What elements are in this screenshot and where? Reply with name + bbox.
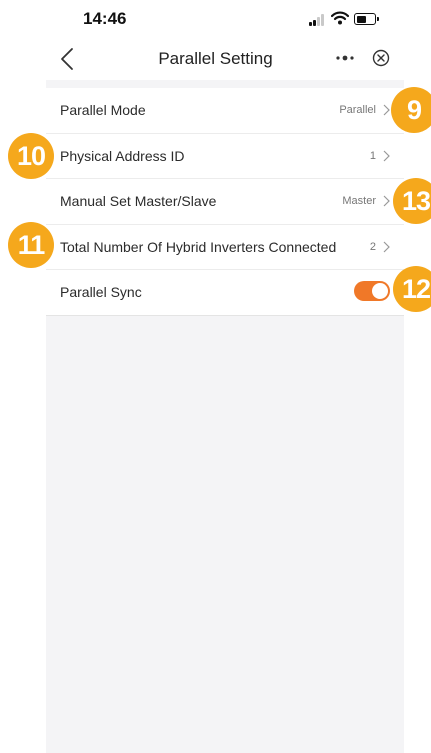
setting-row-parallel-sync: Parallel Sync — [46, 270, 404, 316]
more-dots-icon[interactable] — [335, 50, 355, 66]
chevron-right-icon — [383, 195, 390, 207]
battery-icon — [354, 13, 379, 25]
signal-icon — [309, 14, 326, 26]
chevron-right-icon — [383, 241, 390, 252]
callout-badge: 10 — [8, 133, 54, 179]
settings-content: Parallel Mode Parallel Physical Address … — [46, 80, 404, 753]
setting-row-parallel-mode[interactable]: Parallel Mode Parallel — [46, 88, 404, 134]
setting-row-inverter-count[interactable]: Total Number Of Hybrid Inverters Connect… — [46, 225, 404, 270]
setting-value: 1 — [369, 149, 376, 162]
setting-label: Physical Address ID — [60, 147, 185, 164]
settings-list: Parallel Mode Parallel Physical Address … — [46, 88, 404, 316]
setting-label: Parallel Mode — [60, 102, 146, 119]
chevron-right-icon — [383, 104, 390, 116]
status-bar: 14:46 — [0, 0, 431, 38]
setting-value: Parallel — [339, 104, 376, 117]
close-circle-icon[interactable] — [372, 49, 390, 67]
page-title: Parallel Setting — [158, 49, 273, 68]
toggle-knob — [372, 283, 388, 299]
callout-badge: 11 — [8, 222, 54, 268]
nav-bar: Parallel Setting — [0, 38, 431, 80]
setting-value: Master — [342, 195, 376, 208]
setting-row-master-slave[interactable]: Manual Set Master/Slave Master — [46, 179, 404, 225]
callout-badge: 13 — [393, 178, 431, 224]
setting-row-physical-address-id[interactable]: Physical Address ID 1 — [46, 134, 404, 179]
wifi-icon — [331, 11, 349, 25]
parallel-sync-toggle[interactable] — [354, 281, 390, 301]
callout-badge: 9 — [391, 87, 431, 133]
setting-label: Total Number Of Hybrid Inverters Connect… — [60, 238, 337, 255]
chevron-right-icon — [383, 150, 390, 161]
setting-value: 2 — [369, 240, 376, 253]
status-time: 14:46 — [83, 9, 127, 28]
callout-badge: 12 — [393, 266, 431, 312]
setting-label: Manual Set Master/Slave — [60, 193, 217, 210]
setting-label: Parallel Sync — [60, 284, 142, 301]
